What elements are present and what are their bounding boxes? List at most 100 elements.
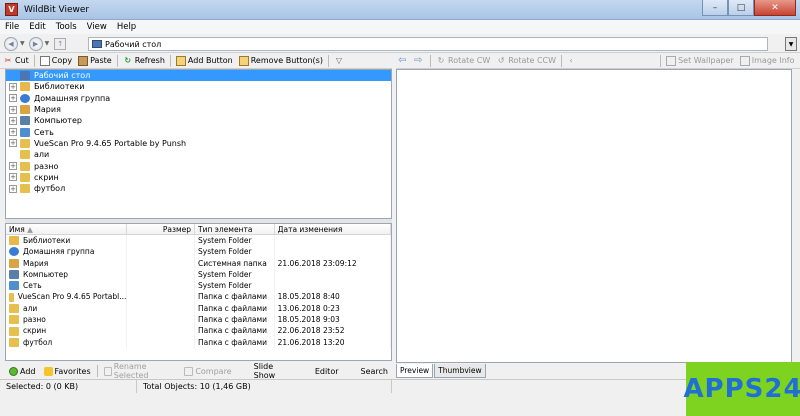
table-row[interactable]: Сеть System Folder (6, 280, 391, 292)
remove-buttons-button[interactable]: Remove Button(s) (236, 54, 326, 68)
forward-button[interactable]: ▶ (28, 36, 43, 51)
compare-button[interactable]: Compare (180, 366, 235, 376)
tree-item[interactable]: + скрин (6, 172, 391, 183)
menu-bar: File Edit Tools View Help (0, 20, 800, 34)
tree-item[interactable]: + Мария (6, 104, 391, 115)
expand-icon[interactable]: + (9, 94, 17, 103)
column-header-date[interactable]: Дата изменения (275, 224, 391, 234)
table-row[interactable]: футбол Папка с файлами 21.06.2018 13:20 (6, 336, 391, 348)
expand-icon[interactable]: + (9, 162, 17, 171)
expand-icon[interactable]: + (9, 173, 17, 182)
tree-item[interactable]: али (6, 149, 391, 160)
tab-thumbview[interactable]: Thumbview (434, 364, 486, 378)
compare-label: Compare (195, 366, 232, 376)
previous-image-icon[interactable]: ⇦ (398, 55, 410, 66)
homegroup-icon (20, 93, 30, 103)
add-button-button[interactable]: Add Button (173, 54, 236, 68)
copy-button[interactable]: Copy (37, 54, 75, 68)
menu-edit[interactable]: Edit (24, 22, 50, 32)
minimize-button[interactable]: – (702, 0, 728, 16)
folder-tree[interactable]: Рабочий стол + Библиотеки + Домашняя гру… (5, 69, 392, 219)
toolbar-divider (116, 54, 118, 67)
tree-item[interactable]: + VueScan Pro 9.4.65 Portable by Punsh (6, 138, 391, 149)
back-dropdown-icon[interactable]: ▼ (20, 40, 25, 47)
address-dropdown-icon[interactable]: ▼ (785, 37, 797, 51)
menu-tools[interactable]: Tools (51, 22, 82, 32)
favorites-button[interactable]: Favorites (40, 366, 95, 376)
table-row[interactable]: VueScan Pro 9.4.65 Portabl... Папка с фа… (6, 291, 391, 303)
scroll-left-icon[interactable]: ‹ (566, 56, 576, 66)
expand-icon[interactable]: + (9, 139, 17, 148)
menu-help[interactable]: Help (112, 22, 141, 32)
column-header-size[interactable]: Размер (127, 224, 196, 234)
filter-button[interactable]: ▽ (331, 54, 349, 68)
tree-item[interactable]: + разно (6, 160, 391, 171)
close-button[interactable]: ✕ (754, 0, 796, 16)
app-icon: V (5, 3, 18, 16)
status-bar: Selected: 0 (0 KB) Total Objects: 10 (1,… (0, 379, 800, 393)
clipboard-icon (78, 55, 89, 66)
next-image-icon[interactable]: ⇨ (414, 55, 426, 66)
forward-dropdown-icon[interactable]: ▼ (45, 40, 50, 47)
address-bar: ◀ ▼ ▶ ▼ ↑ Рабочий стол ▼ (0, 35, 800, 53)
tree-item-label: футбол (34, 184, 66, 194)
back-button[interactable]: ◀ (4, 36, 18, 51)
tree-item[interactable]: + Сеть (6, 126, 391, 137)
paste-button[interactable]: Paste (75, 54, 115, 68)
rotate-cw-button[interactable]: ↻ Rotate CW (433, 54, 493, 68)
table-row[interactable]: Библиотеки System Folder (6, 235, 391, 247)
cut-button[interactable]: ✂ Cut (0, 54, 32, 68)
maximize-button[interactable]: □ (728, 0, 754, 16)
expand-icon[interactable]: + (9, 128, 17, 137)
tree-item[interactable]: Рабочий стол (6, 70, 391, 82)
table-row[interactable]: Мария Системная папка 21.06.2018 23:09:1… (6, 257, 391, 269)
file-list[interactable]: Имя ▲ Размер Тип элемента Дата изменения… (5, 223, 392, 361)
table-row[interactable]: али Папка с файлами 13.06.2018 0:23 (6, 302, 391, 315)
row-name: Компьютер (23, 269, 68, 279)
editor-button[interactable]: Editor (311, 367, 343, 376)
address-field[interactable]: Рабочий стол (88, 37, 768, 51)
tree-item-label: Компьютер (34, 116, 82, 126)
scissors-icon: ✂ (4, 55, 12, 65)
tab-preview[interactable]: Preview (396, 364, 434, 378)
table-row[interactable]: разно Папка с файлами 18.05.2018 9:03 (6, 314, 391, 326)
row-type: System Folder (195, 246, 275, 258)
menu-file[interactable]: File (0, 22, 24, 32)
image-info-button[interactable]: Image Info (737, 54, 798, 68)
tree-item[interactable]: + Домашняя группа (6, 93, 391, 104)
expand-icon[interactable]: + (9, 116, 17, 125)
refresh-button[interactable]: ↻ Refresh (120, 54, 168, 68)
expand-icon[interactable]: + (9, 105, 17, 114)
add-favorite-button[interactable]: Add (5, 366, 40, 376)
folder-icon (20, 172, 30, 182)
table-row[interactable]: Домашняя группа System Folder (6, 246, 391, 258)
row-name: Мария (23, 258, 49, 268)
tree-item[interactable]: + Компьютер (6, 115, 391, 126)
folder-icon (9, 303, 19, 313)
tree-item[interactable]: + Библиотеки (6, 81, 391, 92)
menu-view[interactable]: View (82, 22, 112, 32)
image-info-label: Image Info (751, 56, 795, 65)
desktop-icon (20, 71, 30, 81)
folder-up-icon[interactable]: ↑ (54, 37, 67, 50)
table-row[interactable]: скрин Папка с файлами 22.06.2018 23:52 (6, 325, 391, 337)
add-icon (9, 366, 18, 376)
folder-icon (9, 337, 19, 347)
expand-icon[interactable]: + (9, 184, 17, 193)
column-header-type[interactable]: Тип элемента (195, 224, 275, 234)
computer-icon (9, 270, 19, 280)
table-row[interactable]: Компьютер System Folder (6, 268, 391, 281)
rename-selected-button[interactable]: Rename Selected (100, 362, 181, 380)
search-button[interactable]: Search (357, 367, 392, 376)
tree-item[interactable]: + футбол (6, 183, 391, 194)
column-header-name[interactable]: Имя ▲ (6, 224, 128, 234)
toolbar-divider (96, 365, 98, 377)
favorites-label: Favorites (54, 366, 91, 376)
paste-label: Paste (90, 56, 112, 65)
set-wallpaper-button[interactable]: Set Wallpaper (663, 54, 737, 68)
slideshow-button[interactable]: Slide Show (250, 362, 297, 380)
expand-icon[interactable]: + (9, 82, 17, 91)
rotate-ccw-button[interactable]: ↺ Rotate CCW (493, 54, 559, 68)
preview-area[interactable] (396, 69, 792, 363)
tree-expander (9, 151, 17, 159)
